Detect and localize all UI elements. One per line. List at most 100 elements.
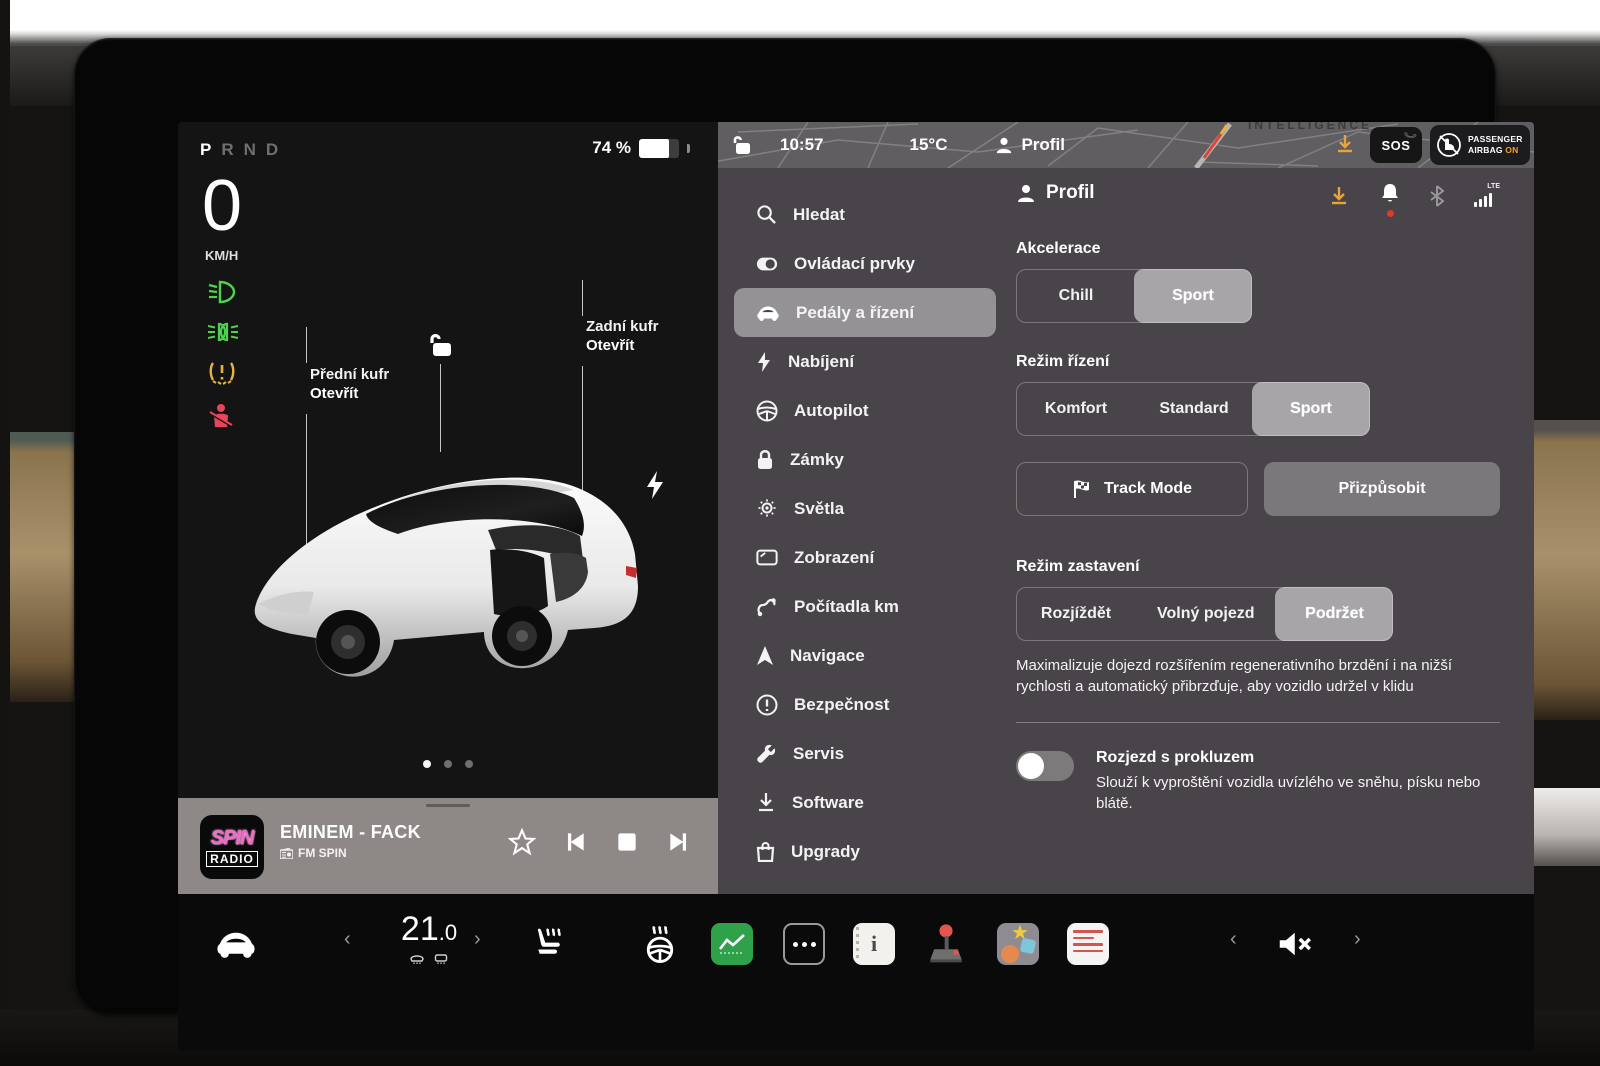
temp-up-chevron[interactable]: › xyxy=(474,928,481,951)
sidebar-item-search[interactable]: Hledat xyxy=(734,190,996,239)
manual-app-button[interactable]: i xyxy=(850,914,898,974)
sidebar-label: Nabíjení xyxy=(788,352,854,372)
station-logo[interactable]: SPIN RADIO xyxy=(200,815,264,879)
sidebar-label: Zobrazení xyxy=(794,548,874,568)
next-track-icon[interactable] xyxy=(666,829,692,855)
sidebar-item-software[interactable]: Software xyxy=(734,778,996,827)
rear-trunk-action[interactable]: Otevřít xyxy=(586,337,659,356)
unlocked-icon[interactable] xyxy=(426,330,456,365)
seat-heater-button[interactable] xyxy=(524,914,572,974)
front-trunk-callout[interactable]: Přední kufr Otevřít xyxy=(310,366,389,404)
bluetooth-icon[interactable] xyxy=(1430,185,1444,207)
page-dot-1[interactable] xyxy=(423,760,431,768)
steering-option-standard[interactable]: Standard xyxy=(1135,383,1253,435)
calendar-app-icon xyxy=(1067,923,1109,965)
rear-trunk-title: Zadní kufr xyxy=(586,318,659,335)
sidebar-item-pedals-steering[interactable]: Pedály a řízení xyxy=(734,288,996,337)
sidebar-label: Navigace xyxy=(790,646,865,666)
cluster-page-dots[interactable] xyxy=(178,760,718,768)
gear-r: R xyxy=(221,140,234,159)
favorite-star-icon[interactable] xyxy=(508,828,536,856)
rear-trunk-callout[interactable]: Zadní kufr Otevřít xyxy=(586,318,659,356)
slip-start-toggle[interactable] xyxy=(1016,751,1074,781)
battery-status: 74 % xyxy=(592,138,690,158)
temp-down-chevron[interactable]: ‹ xyxy=(344,928,351,951)
seatbelt-icon xyxy=(208,403,234,431)
person-icon xyxy=(995,136,1013,154)
acceleration-title: Akcelerace xyxy=(1016,240,1500,258)
airbag-icon xyxy=(1436,132,1462,158)
stopping-mode-title: Režim zastavení xyxy=(1016,558,1500,576)
steering-option-komfort[interactable]: Komfort xyxy=(1017,383,1135,435)
sidebar-item-locks[interactable]: Zámky xyxy=(734,435,996,484)
volume-down-chevron[interactable]: ‹ xyxy=(1230,928,1237,951)
sidebar-item-trips[interactable]: Počítadla km xyxy=(734,582,996,631)
sidebar-item-charging[interactable]: Nabíjení xyxy=(734,337,996,386)
profile-button[interactable]: Profil xyxy=(995,135,1064,155)
sidebar-item-safety[interactable]: Bezpečnost xyxy=(734,680,996,729)
stopping-option-roll[interactable]: Volný pojezd xyxy=(1135,588,1276,640)
sidebar-item-display[interactable]: Zobrazení xyxy=(734,533,996,582)
vehicle-3d-view[interactable] xyxy=(238,418,668,708)
steering-option-sport[interactable]: Sport xyxy=(1252,382,1370,436)
pedals-steering-content: Profil xyxy=(1012,168,1534,894)
acceleration-option-sport[interactable]: Sport xyxy=(1134,269,1252,323)
station-logo-text-top: SPIN xyxy=(211,827,254,850)
stopping-option-creep[interactable]: Rozjíždět xyxy=(1017,588,1135,640)
sidebar-item-autopilot[interactable]: Autopilot xyxy=(734,386,996,435)
acceleration-option-chill[interactable]: Chill xyxy=(1017,270,1135,322)
volume-muted-icon xyxy=(1277,929,1315,959)
notification-dot xyxy=(1387,210,1394,217)
volume-mute-button[interactable] xyxy=(1272,914,1320,974)
front-trunk-action[interactable]: Otevřít xyxy=(310,385,389,404)
lock-icon xyxy=(756,449,774,471)
bolt-icon xyxy=(756,351,772,373)
sidebar-item-navigation[interactable]: Navigace xyxy=(734,631,996,680)
cabin-photo-background: PRND 74 % 0 KM/H xyxy=(0,0,1600,1066)
calendar-app-button[interactable] xyxy=(1064,914,1112,974)
battery-percent: 74 % xyxy=(592,138,631,158)
car-controls-button[interactable] xyxy=(212,914,260,974)
volume-up-chevron[interactable]: › xyxy=(1354,928,1361,951)
sos-button[interactable]: SOS 📞 xyxy=(1370,127,1422,163)
toybox-app-button[interactable]: ★ xyxy=(994,914,1042,974)
more-apps-button[interactable] xyxy=(780,914,828,974)
software-update-icon[interactable] xyxy=(1328,185,1350,207)
navigation-icon xyxy=(756,645,774,666)
track-mode-button[interactable]: Track Mode xyxy=(1016,462,1248,516)
sidebar-label: Software xyxy=(792,793,864,813)
wrench-icon xyxy=(756,743,777,764)
update-download-icon[interactable] xyxy=(1334,133,1356,160)
media-player[interactable]: SPIN RADIO EMINEM - FACK FM SPIN xyxy=(178,798,718,894)
sidebar-item-lights[interactable]: Světla xyxy=(734,484,996,533)
seat-heater-icon xyxy=(531,926,565,962)
page-dot-3[interactable] xyxy=(465,760,473,768)
sidebar-item-service[interactable]: Servis xyxy=(734,729,996,778)
sidebar-item-upgrades[interactable]: Upgrady xyxy=(734,827,996,876)
customize-button[interactable]: Přizpůsobit xyxy=(1264,462,1500,516)
low-beam-icon xyxy=(208,280,238,304)
notifications-bell-icon[interactable] xyxy=(1380,182,1400,209)
position-lamps-icon xyxy=(208,321,238,343)
bulb-icon xyxy=(756,498,778,520)
energy-app-button[interactable] xyxy=(708,914,756,974)
sidebar-label: Servis xyxy=(793,744,844,764)
toggle-icon xyxy=(756,256,778,272)
map-strip[interactable]: INTELLIGENCE 10:57 15°C xyxy=(718,122,1534,168)
sidebar-item-controls[interactable]: Ovládací prvky xyxy=(734,239,996,288)
airbag-text-line2: AIRBAG xyxy=(1468,145,1503,155)
checkered-flag-icon xyxy=(1072,479,1092,499)
rear-trunk-line xyxy=(582,280,583,316)
stop-icon[interactable] xyxy=(614,829,640,855)
page-dot-2[interactable] xyxy=(444,760,452,768)
car-icon xyxy=(756,304,780,322)
previous-track-icon[interactable] xyxy=(562,829,588,855)
cabin-temp-decimal: .0 xyxy=(439,920,457,945)
steering-heater-button[interactable] xyxy=(636,914,684,974)
energy-app-icon xyxy=(711,923,753,965)
stopping-option-hold[interactable]: Podržet xyxy=(1275,587,1393,641)
arcade-app-button[interactable] xyxy=(922,914,970,974)
settings-sidebar: Hledat Ovládací prvky xyxy=(718,168,1012,894)
defrost-front-icon xyxy=(410,953,424,965)
steering-segmented: Komfort Standard Sport xyxy=(1016,382,1370,436)
